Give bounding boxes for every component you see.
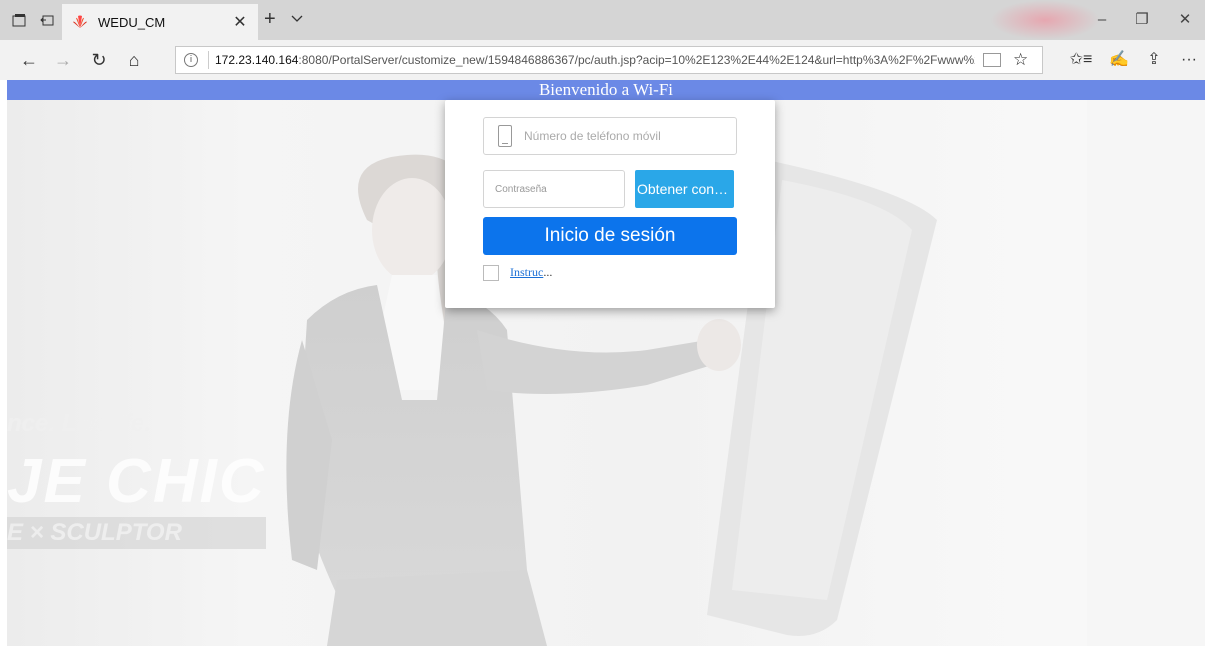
add-favorite-star-icon[interactable]: ☆ (1013, 50, 1028, 70)
forward-button[interactable]: → (50, 48, 76, 72)
site-info-icon[interactable]: i (184, 53, 198, 67)
instructions-link[interactable]: Instruc (510, 265, 543, 279)
favorites-hub-icon[interactable]: ✩≡ (1069, 49, 1093, 71)
instructions-row: Instruc... (510, 265, 553, 279)
login-button[interactable]: Inicio de sesión (483, 217, 737, 255)
portal-page: Bienvenido a Wi-Fi nce. Livelife. JE CHI… (7, 80, 1205, 646)
mobile-phone-icon (498, 125, 512, 147)
minimize-button[interactable]: – (1082, 8, 1122, 32)
web-notes-icon[interactable]: ✍ (1107, 49, 1131, 71)
new-tab-button[interactable]: + (264, 9, 276, 29)
reading-view-icon[interactable] (983, 53, 1001, 67)
login-card: Obtener con… Inicio de sesión Instruc... (445, 100, 775, 308)
restore-button[interactable]: ❐ (1122, 8, 1162, 32)
background-ad-text: nce. Livelife. JE CHIC E × SCULPTOR (7, 410, 266, 549)
agree-checkbox[interactable] (483, 265, 499, 281)
more-menu-icon[interactable]: ··· (1177, 49, 1201, 71)
browser-tab-active[interactable]: WEDU_CM ✕ (62, 4, 258, 40)
close-tab-icon[interactable]: ✕ (228, 12, 252, 32)
url-text[interactable]: 172.23.140.164:8080/PortalServer/customi… (215, 53, 975, 67)
close-window-button[interactable]: ✕ (1165, 8, 1205, 32)
tab-preview-dropdown-icon[interactable] (291, 12, 303, 26)
browser-titlebar: WEDU_CM ✕ + – ❐ ✕ (0, 0, 1205, 40)
refresh-button[interactable]: ↻ (86, 48, 112, 72)
password-input[interactable] (483, 170, 625, 208)
tab-actions-icon[interactable] (8, 9, 30, 31)
tab-title: WEDU_CM (98, 14, 166, 30)
phone-field[interactable] (483, 117, 737, 155)
phone-number-input[interactable] (524, 129, 724, 143)
welcome-banner: Bienvenido a Wi-Fi (7, 80, 1205, 100)
address-bar[interactable]: i 172.23.140.164:8080/PortalServer/custo… (175, 46, 1043, 74)
browser-toolbar: ← → ↻ ⌂ i 172.23.140.164:8080/PortalServ… (0, 40, 1205, 80)
share-icon[interactable]: ⇪ (1142, 49, 1166, 71)
set-tabs-aside-icon[interactable] (36, 9, 58, 31)
huawei-logo-icon (73, 15, 87, 28)
back-button[interactable]: ← (16, 48, 42, 72)
get-code-button[interactable]: Obtener con… (635, 170, 734, 208)
home-button[interactable]: ⌂ (121, 48, 147, 72)
